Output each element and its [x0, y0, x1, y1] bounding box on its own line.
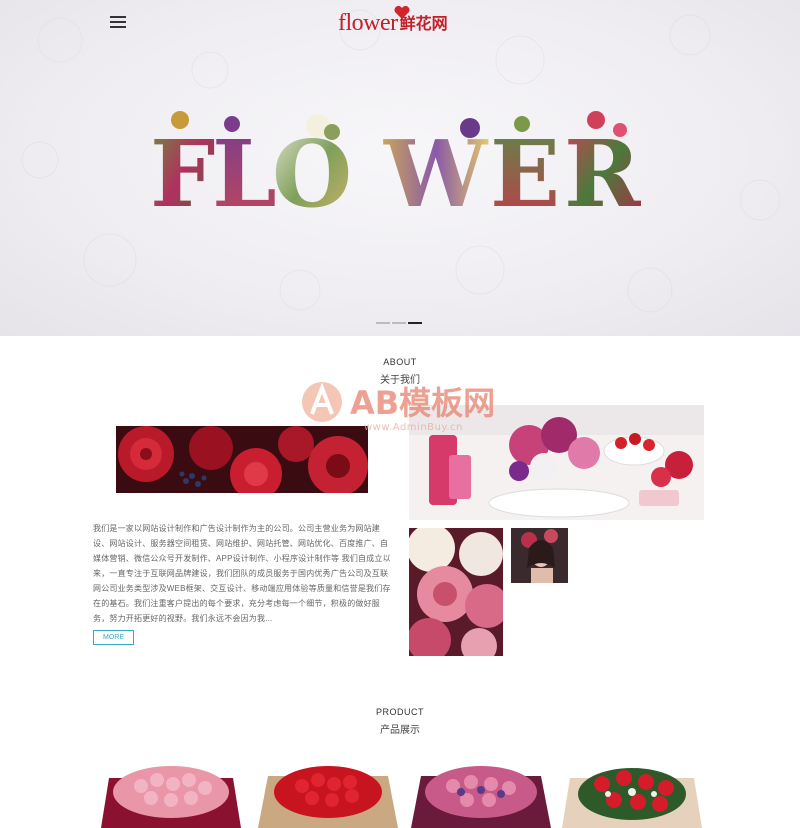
about-image-peonies: [409, 528, 503, 656]
site-header: flower 鲜花网: [0, 0, 800, 46]
product-card-red-roses[interactable]: [562, 758, 702, 828]
hero-banner: F L O W E R: [0, 0, 800, 336]
svg-text:E: E: [490, 120, 560, 212]
about-image-roses: [116, 426, 368, 493]
svg-text:L: L: [212, 120, 277, 212]
product-card-mixed-bouquet[interactable]: [411, 758, 551, 828]
about-image-portrait: [511, 528, 568, 583]
product-card-pink-carnations[interactable]: [101, 758, 241, 828]
slider-dots: [376, 322, 422, 324]
flower-word-art: F L O W E R: [150, 111, 641, 212]
slider-dot-1[interactable]: [376, 322, 390, 324]
product-card-red-carnations[interactable]: [258, 758, 398, 828]
svg-text:R: R: [564, 120, 641, 212]
product-title-en: PRODUCT: [376, 707, 424, 717]
heart-icon: [394, 6, 410, 19]
product-section-title: PRODUCT 产品展示: [0, 707, 800, 736]
more-button[interactable]: MORE: [93, 630, 134, 645]
about-image-table-flowers: [409, 405, 704, 520]
logo-text-en: flower: [338, 10, 398, 36]
slider-dot-3[interactable]: [408, 322, 422, 324]
product-title-cn: 产品展示: [380, 725, 420, 736]
about-title-en: ABOUT: [383, 357, 417, 367]
site-logo[interactable]: flower 鲜花网: [338, 6, 448, 38]
about-description: 我们是一家以网站设计制作和广告设计制作为主的公司。公司主营业务为网站建设、网站设…: [93, 524, 391, 623]
hamburger-menu-icon[interactable]: [110, 16, 126, 28]
about-title-cn: 关于我们: [380, 375, 420, 386]
svg-text:F: F: [150, 120, 215, 212]
slider-dot-2[interactable]: [392, 322, 406, 324]
about-section-title: ABOUT 关于我们: [0, 357, 800, 386]
